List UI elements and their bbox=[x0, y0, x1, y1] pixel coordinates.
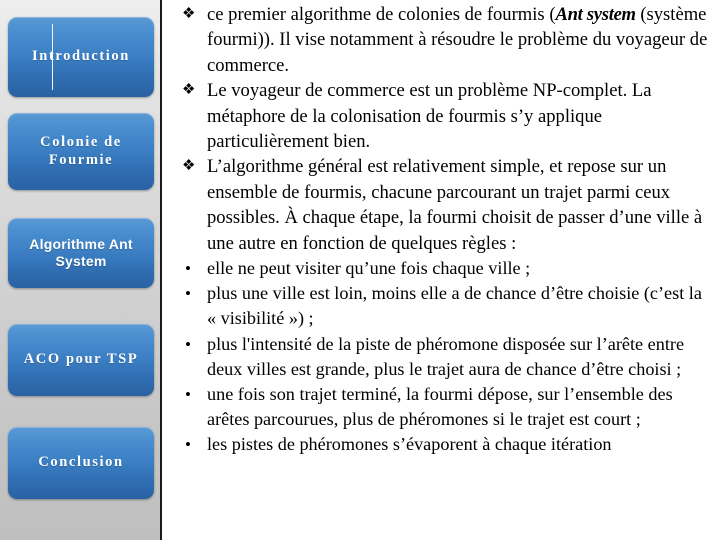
sidebar-navigation: Introduction Colonie de Fourmie Algorith… bbox=[0, 0, 162, 540]
round-bullet-icon: • bbox=[185, 259, 191, 279]
sidebar-item-conclusion[interactable]: Conclusion bbox=[8, 427, 154, 499]
bullet-item: ❖ Le voyageur de commerce est un problème… bbox=[178, 78, 710, 154]
bullet-text: plus une ville est loin, moins elle a de… bbox=[207, 283, 702, 329]
bullet-text-segment: ce premier algorithme de colonies de fou… bbox=[207, 4, 556, 25]
diamond-bullet-icon: ❖ bbox=[182, 6, 196, 22]
sidebar-item-introduction[interactable]: Introduction bbox=[8, 17, 154, 97]
round-bullet-icon: • bbox=[185, 334, 191, 354]
sidebar-item-colonie-de-fourmie[interactable]: Colonie de Fourmie bbox=[8, 113, 154, 190]
bullet-item: ❖ ce premier algorithme de colonies de fo… bbox=[178, 2, 710, 78]
bullet-item: • elle ne peut visiter qu’une fois chaque… bbox=[178, 256, 710, 281]
bullet-text: Le voyageur de commerce est un problème … bbox=[207, 80, 652, 153]
sidebar-item-label: Introduction bbox=[32, 48, 130, 65]
bullet-text: plus l'intensité de la piste de phéromon… bbox=[207, 333, 685, 379]
bullet-text: les pistes de phéromones s’évaporent à c… bbox=[207, 434, 612, 455]
sidebar-item-label: Algorithme Ant System bbox=[29, 236, 133, 269]
slide: Introduction Colonie de Fourmie Algorith… bbox=[0, 0, 720, 540]
round-bullet-icon: • bbox=[185, 284, 191, 304]
bullet-text: L’algorithme général est relativement si… bbox=[207, 156, 703, 254]
diamond-bullet-icon: ❖ bbox=[182, 158, 196, 175]
round-bullet-icon: • bbox=[185, 435, 191, 455]
bullet-item: ❖ L’algorithme général est relativement s… bbox=[178, 154, 710, 256]
round-bullet-icon: • bbox=[185, 385, 191, 405]
sidebar-item-label: Conclusion bbox=[38, 454, 124, 471]
bullet-text: ce premier algorithme de colonies de fou… bbox=[207, 4, 707, 76]
bullet-item: • les pistes de phéromones s’évaporent à … bbox=[178, 432, 710, 457]
sidebar-item-algorithme-ant-system[interactable]: Algorithme Ant System bbox=[8, 218, 154, 288]
diamond-bullet-icon: ❖ bbox=[182, 82, 196, 99]
sidebar-item-aco-pour-tsp[interactable]: ACO pour TSP bbox=[8, 324, 154, 396]
sidebar-item-label: ACO pour TSP bbox=[23, 351, 139, 368]
slide-content-body: ❖ ce premier algorithme de colonies de fo… bbox=[166, 0, 720, 540]
bullet-text: une fois son trajet terminé, la fourmi d… bbox=[207, 384, 673, 430]
emphasis-term: Ant system bbox=[555, 4, 636, 25]
bullet-item: • plus une ville est loin, moins elle a d… bbox=[178, 281, 710, 331]
bullet-text: elle ne peut visiter qu’une fois chaque … bbox=[207, 258, 531, 279]
text-cursor-caret bbox=[52, 24, 53, 90]
bullet-item: • plus l'intensité de la piste de phéromo… bbox=[178, 332, 710, 382]
sidebar-item-label: Colonie de Fourmie bbox=[40, 134, 122, 168]
bullet-item: • une fois son trajet terminé, la fourmi … bbox=[178, 382, 710, 432]
bullet-list: ❖ ce premier algorithme de colonies de fo… bbox=[178, 2, 710, 458]
